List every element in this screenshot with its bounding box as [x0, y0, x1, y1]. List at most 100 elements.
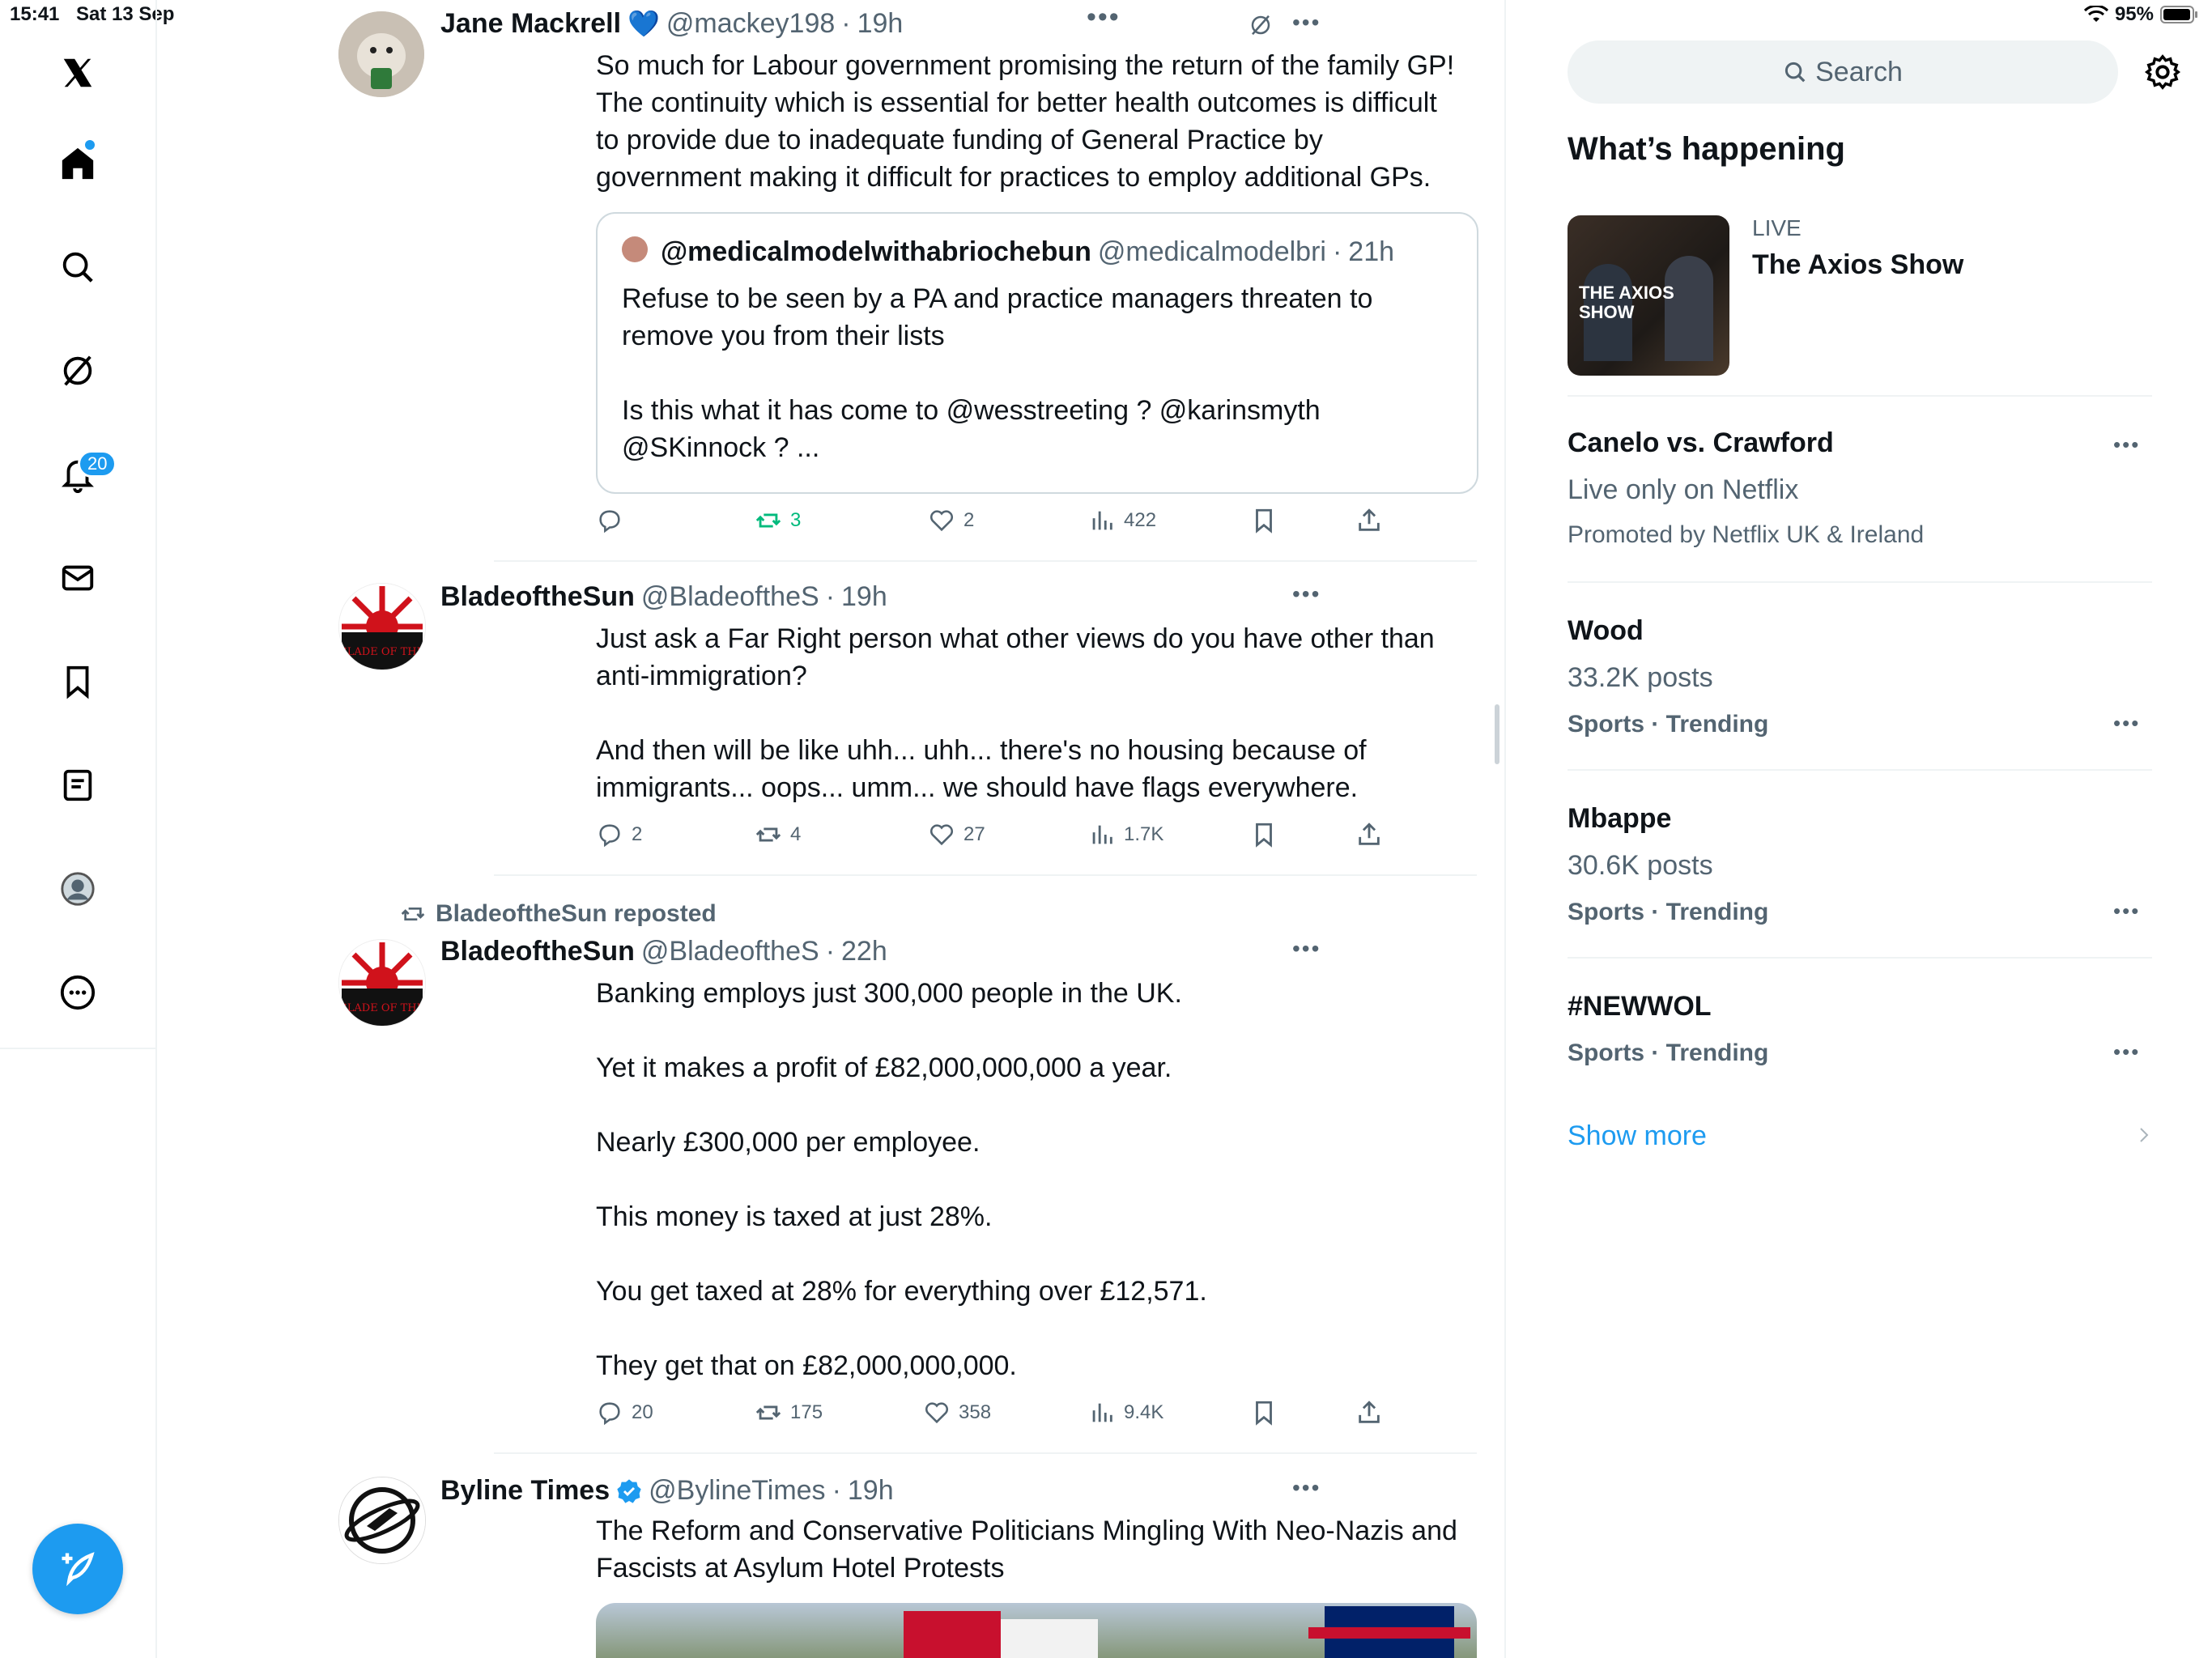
trend-category: Sports · Trending: [1568, 1039, 1769, 1066]
author-handle[interactable]: @BylineTimes: [649, 1475, 825, 1507]
tweet-more-icon[interactable]: •••: [1292, 581, 1321, 607]
avatar-text: SLADE OF THE: [340, 646, 424, 658]
author-name[interactable]: BladeoftheSun: [440, 936, 635, 967]
repost-button[interactable]: 4: [755, 821, 801, 848]
tweet-time[interactable]: 22h: [841, 936, 887, 967]
tweet-time[interactable]: 19h: [841, 581, 887, 613]
home-icon[interactable]: [53, 139, 102, 188]
tweet-body: Just ask a Far Right person what other v…: [596, 623, 1435, 803]
tweet-more-icon[interactable]: •••: [1292, 10, 1321, 36]
like-button[interactable]: 27: [928, 821, 985, 848]
bookmark-button[interactable]: [1250, 1399, 1278, 1426]
bookmarks-icon[interactable]: [53, 657, 102, 706]
like-button[interactable]: 358: [923, 1399, 991, 1426]
trend-title[interactable]: #NEWWOL: [1568, 991, 1712, 1022]
quote-author-name: @medicalmodelwithabriochebun: [661, 236, 1091, 267]
avatar[interactable]: [338, 1477, 426, 1564]
chevron-right-icon: [2140, 1128, 2149, 1142]
repost-button[interactable]: 175: [755, 1399, 823, 1426]
share-button[interactable]: [1355, 821, 1383, 848]
avatar[interactable]: SLADE OF THE: [338, 939, 426, 1027]
views-button[interactable]: 1.7K: [1088, 821, 1163, 848]
trend-more-icon[interactable]: •••: [2113, 432, 2140, 457]
x-logo-icon[interactable]: [53, 49, 102, 97]
views-button[interactable]: 9.4K: [1088, 1399, 1163, 1426]
messages-envelope-icon[interactable]: [53, 554, 102, 602]
tweet-more-icon[interactable]: •••: [1292, 1475, 1321, 1501]
tweet-actions: 20 175 358 9.4K: [596, 1399, 1406, 1431]
compose-post-button[interactable]: [32, 1524, 123, 1614]
trend-post-count: 30.6K posts: [1568, 850, 1713, 881]
feed-handle-dots-icon[interactable]: •••: [1087, 2, 1121, 33]
live-show-title[interactable]: The Axios Show: [1752, 249, 1963, 281]
author-name[interactable]: Byline Times: [440, 1475, 610, 1507]
author-name[interactable]: BladeoftheSun: [440, 581, 635, 613]
bookmark-button[interactable]: [1250, 821, 1278, 848]
bookmark-button[interactable]: [1250, 507, 1278, 534]
grok-icon[interactable]: [53, 346, 102, 395]
tweet-more-icon[interactable]: •••: [1292, 936, 1321, 962]
tweet-media-image[interactable]: [596, 1603, 1477, 1658]
notifications-badge: 20: [78, 450, 117, 478]
trend-more-icon[interactable]: •••: [2113, 1039, 2140, 1065]
tweet-time[interactable]: 19h: [857, 8, 904, 40]
reply-icon: [599, 1402, 620, 1426]
trend-title[interactable]: Wood: [1568, 615, 1644, 647]
battery-icon: [2160, 6, 2197, 23]
blue-heart-icon: 💙: [627, 9, 660, 38]
reply-button[interactable]: [596, 507, 623, 534]
quoted-tweet[interactable]: @medicalmodelwithabriochebun @medicalmod…: [596, 212, 1478, 494]
settings-gear-icon[interactable]: [2144, 53, 2181, 91]
author-handle[interactable]: @BladeoftheS: [641, 936, 819, 967]
tweet-actions: 2 4 27 1.7K: [596, 821, 1406, 853]
trend-post-count: 33.2K posts: [1568, 662, 1713, 693]
avatar[interactable]: SLADE OF THE: [338, 583, 426, 670]
share-icon: [1359, 823, 1380, 845]
views-button[interactable]: 422: [1088, 507, 1156, 534]
more-options-circle-icon[interactable]: [53, 968, 102, 1017]
reply-icon: [599, 510, 620, 534]
show-more-link[interactable]: Show more: [1568, 1120, 1707, 1152]
compose-feather-icon: [62, 1552, 95, 1587]
split-view-handle[interactable]: [1495, 704, 1499, 764]
battery-percent: 95%: [2114, 3, 2154, 25]
trend-title[interactable]: Mbappe: [1568, 803, 1671, 835]
repost-context[interactable]: BladeoftheSun reposted: [400, 900, 717, 928]
search-nav-icon[interactable]: [53, 243, 102, 291]
reply-button[interactable]: 2: [596, 821, 642, 848]
author-handle[interactable]: @mackey198: [666, 8, 835, 40]
repost-button[interactable]: 3: [755, 507, 801, 534]
bookmark-icon: [1256, 1401, 1272, 1426]
avatar[interactable]: [338, 11, 424, 97]
share-icon: [1359, 1401, 1380, 1423]
verified-badge-icon: [617, 1478, 641, 1503]
profile-avatar-icon[interactable]: [53, 865, 102, 913]
lists-icon[interactable]: [53, 761, 102, 810]
reply-button[interactable]: 20: [596, 1399, 653, 1426]
repost-icon: [755, 1405, 781, 1420]
rail-divider: [0, 1048, 155, 1049]
share-button[interactable]: [1355, 1399, 1383, 1426]
heart-icon: [929, 824, 954, 846]
search-placeholder: Search: [1815, 56, 1903, 87]
search-bar[interactable]: Search: [1568, 40, 2118, 104]
tweet-time[interactable]: 19h: [848, 1475, 894, 1507]
share-button[interactable]: [1355, 507, 1383, 534]
views-bar-icon: [1092, 1403, 1112, 1422]
tweet-divider: [494, 874, 1477, 876]
like-button[interactable]: 2: [928, 507, 974, 534]
trend-subtitle: Live only on Netflix: [1568, 474, 1799, 505]
trend-title[interactable]: Canelo vs. Crawford: [1568, 427, 1834, 459]
tweet-divider: [494, 560, 1477, 562]
timeline-feed: ••• Jane Mackrell 💙 @mackey198 · 19h •••…: [155, 0, 1506, 1658]
tweet-body: So much for Labour government promising …: [596, 50, 1455, 193]
author-handle[interactable]: @BladeoftheS: [641, 581, 819, 613]
live-show-thumbnail[interactable]: THE AXIOS SHOW: [1568, 215, 1729, 376]
trend-more-icon[interactable]: •••: [2113, 711, 2140, 736]
grok-explain-icon[interactable]: [1249, 13, 1273, 37]
reply-icon: [599, 824, 620, 848]
trend-more-icon[interactable]: •••: [2113, 899, 2140, 924]
author-name[interactable]: Jane Mackrell: [440, 8, 621, 40]
views-bar-icon: [1092, 825, 1112, 844]
quote-avatar: [622, 236, 648, 262]
